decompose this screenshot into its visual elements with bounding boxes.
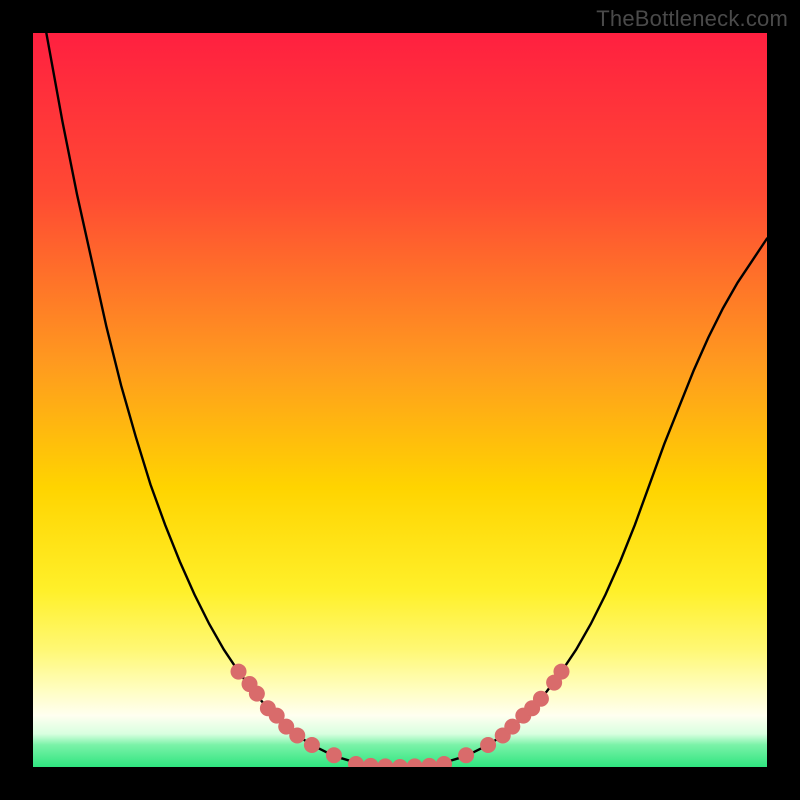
gradient-background bbox=[33, 33, 767, 767]
data-marker bbox=[249, 686, 265, 702]
data-marker bbox=[480, 737, 496, 753]
data-marker bbox=[231, 664, 247, 680]
plot-area bbox=[33, 33, 767, 767]
data-marker bbox=[289, 727, 305, 743]
watermark-label: TheBottleneck.com bbox=[596, 6, 788, 32]
data-marker bbox=[458, 747, 474, 763]
data-marker bbox=[533, 691, 549, 707]
data-marker bbox=[553, 664, 569, 680]
plot-svg bbox=[33, 33, 767, 767]
data-marker bbox=[304, 737, 320, 753]
data-marker bbox=[326, 747, 342, 763]
chart-frame: TheBottleneck.com bbox=[0, 0, 800, 800]
